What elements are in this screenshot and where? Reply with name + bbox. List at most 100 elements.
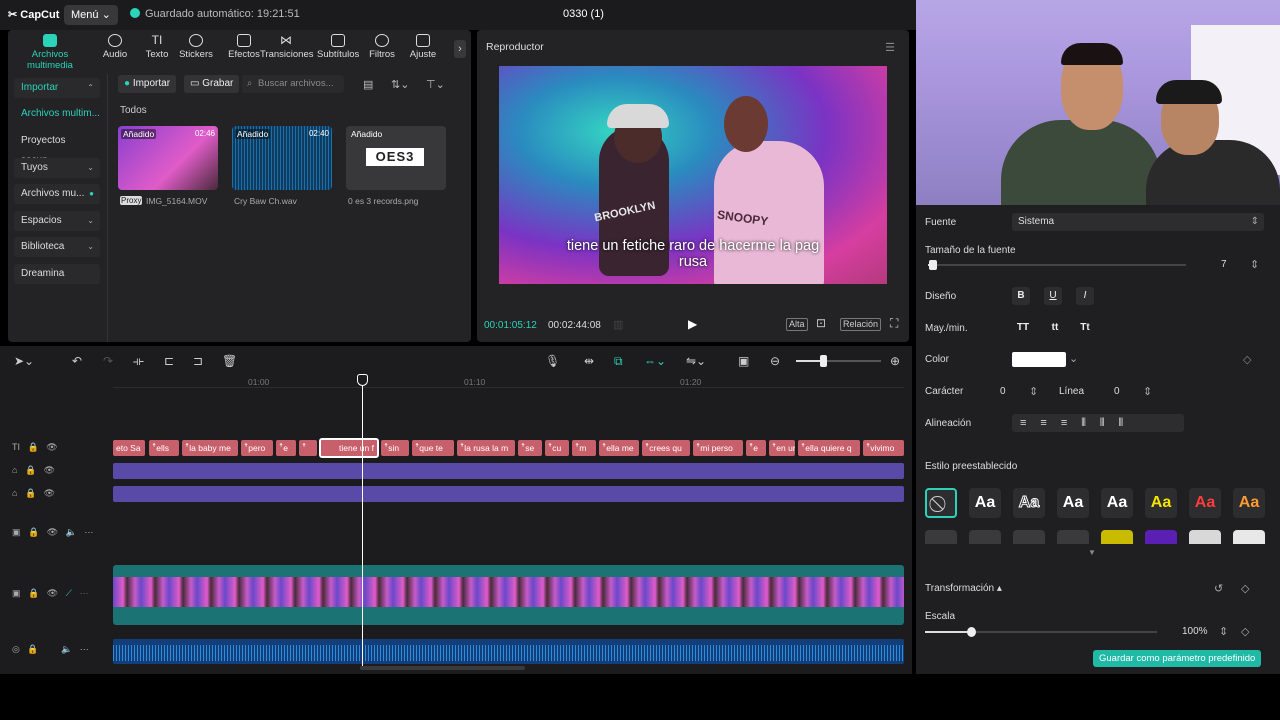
bold-button[interactable]: B [1012,287,1030,305]
play-icon[interactable]: ▶ [688,317,697,331]
zoom-in-icon[interactable]: ⊕ [890,354,900,368]
undo-icon[interactable]: ↶ [72,354,82,368]
reset-icon[interactable]: ↺ [1214,582,1223,595]
caption-segment[interactable]: ꜛvivimo [863,440,904,456]
tab-media[interactable]: Archivos multimedia [11,34,89,71]
sidebar-item-yours[interactable]: Tuyos ⌄ [14,158,100,178]
preview-axis-icon[interactable]: ⇋⌄ [686,354,706,368]
tab-subtitles[interactable]: Subtítulos [317,34,359,60]
preset-style[interactable] [1189,530,1221,544]
zoom-out-icon[interactable]: ⊖ [770,354,780,368]
italic-button[interactable]: I [1076,287,1094,305]
preset-none[interactable]: ⃠ [925,488,957,518]
expand-presets-icon[interactable]: ▼ [1088,548,1096,557]
scale-value[interactable]: 100% [1182,626,1208,637]
zoom-knob[interactable] [820,355,827,367]
caption-segment[interactable]: ꜛque te [412,440,454,456]
snap-icon[interactable]: ⇔⌄ [644,354,666,368]
save-preset-button[interactable]: Guardar como parámetro predefinido [1093,650,1262,667]
playhead-handle[interactable] [357,374,368,386]
caption-segment[interactable]: ꜛsin [381,440,409,456]
view-grid-icon[interactable]: ▤ [363,78,373,91]
line-spacing-value[interactable]: 0 [1114,386,1120,397]
menu-button[interactable]: Menú ⌄ [64,5,118,25]
preset-style[interactable] [925,530,957,544]
caption-segment[interactable]: ꜛ [299,440,317,456]
slider-knob[interactable] [929,260,937,270]
tab-filters[interactable]: Filtros [368,34,396,60]
char-spacing-value[interactable]: 0 [1000,386,1006,397]
transform-label[interactable]: Transformación ▴ [925,583,1002,594]
video-clip[interactable] [113,565,904,625]
preset-style[interactable]: Aa [1101,488,1133,518]
chevron-down-icon[interactable]: ⌄ [1069,352,1078,365]
tab-transitions[interactable]: ⋈ Transiciones [260,34,314,60]
tab-effects[interactable]: Efectos [227,34,261,60]
preset-style[interactable] [1145,530,1177,544]
keyframe-icon[interactable]: ◇ [1241,625,1249,638]
font-size-value[interactable]: 7 [1221,259,1227,270]
caption-segment-selected[interactable]: tiene un f [319,438,379,458]
caption-segment[interactable]: ꜛla baby me [182,440,238,456]
tab-stickers[interactable]: Stickers [178,34,214,60]
preset-style[interactable] [1233,530,1265,544]
fullscreen-icon[interactable]: ⛶ [890,316,898,331]
sidebar-item-library[interactable]: Biblioteca ⌄ [14,237,100,257]
slider-knob[interactable] [967,627,976,637]
caption-segment[interactable]: ꜛcrees qu [642,440,690,456]
text-track-controls[interactable]: TI 🔒 👁 [12,442,58,453]
sidebar-item-secondary-projects[interactable]: Proyectos secun... [14,131,100,166]
video-track-controls[interactable]: ▣ 🔒 👁 ⟋ ⋯ [12,588,88,599]
search-input[interactable]: ⌕ Buscar archivos... [242,75,344,93]
sidebar-item-spaces[interactable]: Espacios ⌄ [14,211,100,231]
split-icon[interactable]: ⟛ [133,354,144,369]
keyframe-icon[interactable]: ◇ [1241,582,1249,595]
caption-segment[interactable]: ꜛella quiere q [798,440,860,456]
preset-style[interactable]: Aa [1057,488,1089,518]
caption-segment[interactable]: ꜛla rusa la m [457,440,515,456]
mic-icon[interactable]: 🎙 [545,354,560,368]
empty-track-controls[interactable]: ▣ 🔒 👁 🔈 ⋯ [12,527,93,538]
thumbnail-icon[interactable]: ▣ [738,354,749,368]
record-button[interactable]: ▭ Grabar [184,75,240,93]
sidebar-item-dreamina[interactable]: Dreamina [14,264,100,284]
zoom-slider[interactable] [796,355,881,367]
media-thumb-video[interactable]: Añadido 02:46 [118,126,218,190]
tab-audio[interactable]: Audio [100,34,130,60]
preset-style[interactable]: Aa [969,488,1001,518]
stepper-icon[interactable]: ⇕ [1219,625,1228,638]
ratio-button[interactable]: Relación [840,318,882,331]
sidebar-item-import[interactable]: Importar ⌃ [14,78,100,98]
keyframe-icon[interactable]: ◇ [1243,353,1251,366]
media-thumb-audio[interactable]: Añadido 02:40 [232,126,332,190]
stepper-icon[interactable]: ⇕ [1029,385,1038,398]
audio-clip[interactable] [113,639,904,664]
preset-style[interactable] [1101,530,1133,544]
preset-style[interactable]: Aa [1233,488,1265,518]
caption-segment[interactable]: ꜛen un [769,440,795,456]
sticker-clip[interactable] [113,463,904,479]
sticker-clip[interactable] [113,486,904,502]
link-icon[interactable]: ⇹ [584,354,594,368]
preset-style[interactable]: Aa [1145,488,1177,518]
font-size-slider[interactable] [928,260,1186,270]
subtitle-overlay[interactable]: tiene un fetiche raro de hacerme la pag r… [499,238,887,270]
playhead[interactable] [357,374,368,666]
player-menu-icon[interactable]: ☰ [885,41,895,54]
sort-icon[interactable]: ⇅⌄ [391,78,409,91]
stepper-icon[interactable]: ⇕ [1143,385,1152,398]
audio-track-controls[interactable]: ◎ 🔒 🔈 ⋯ [12,644,89,655]
sticker-track-controls[interactable]: ⌂ 🔒 👁 [12,488,55,499]
color-swatch[interactable] [1012,352,1066,367]
preset-style[interactable] [1013,530,1045,544]
sidebar-item-media-files-2[interactable]: Archivos mu... ● [14,184,100,204]
delete-icon[interactable]: 🗑 [222,354,237,368]
preset-style[interactable] [1057,530,1089,544]
stepper-icon[interactable]: ⇕ [1250,258,1259,271]
preset-style[interactable] [969,530,1001,544]
caption-segment[interactable]: ꜛe [746,440,766,456]
scale-slider[interactable] [925,627,1157,637]
caption-segment[interactable]: ꜛm [572,440,596,456]
trim-right-icon[interactable]: ⊐ [193,354,203,368]
caption-segment[interactable]: ꜛella me [599,440,639,456]
